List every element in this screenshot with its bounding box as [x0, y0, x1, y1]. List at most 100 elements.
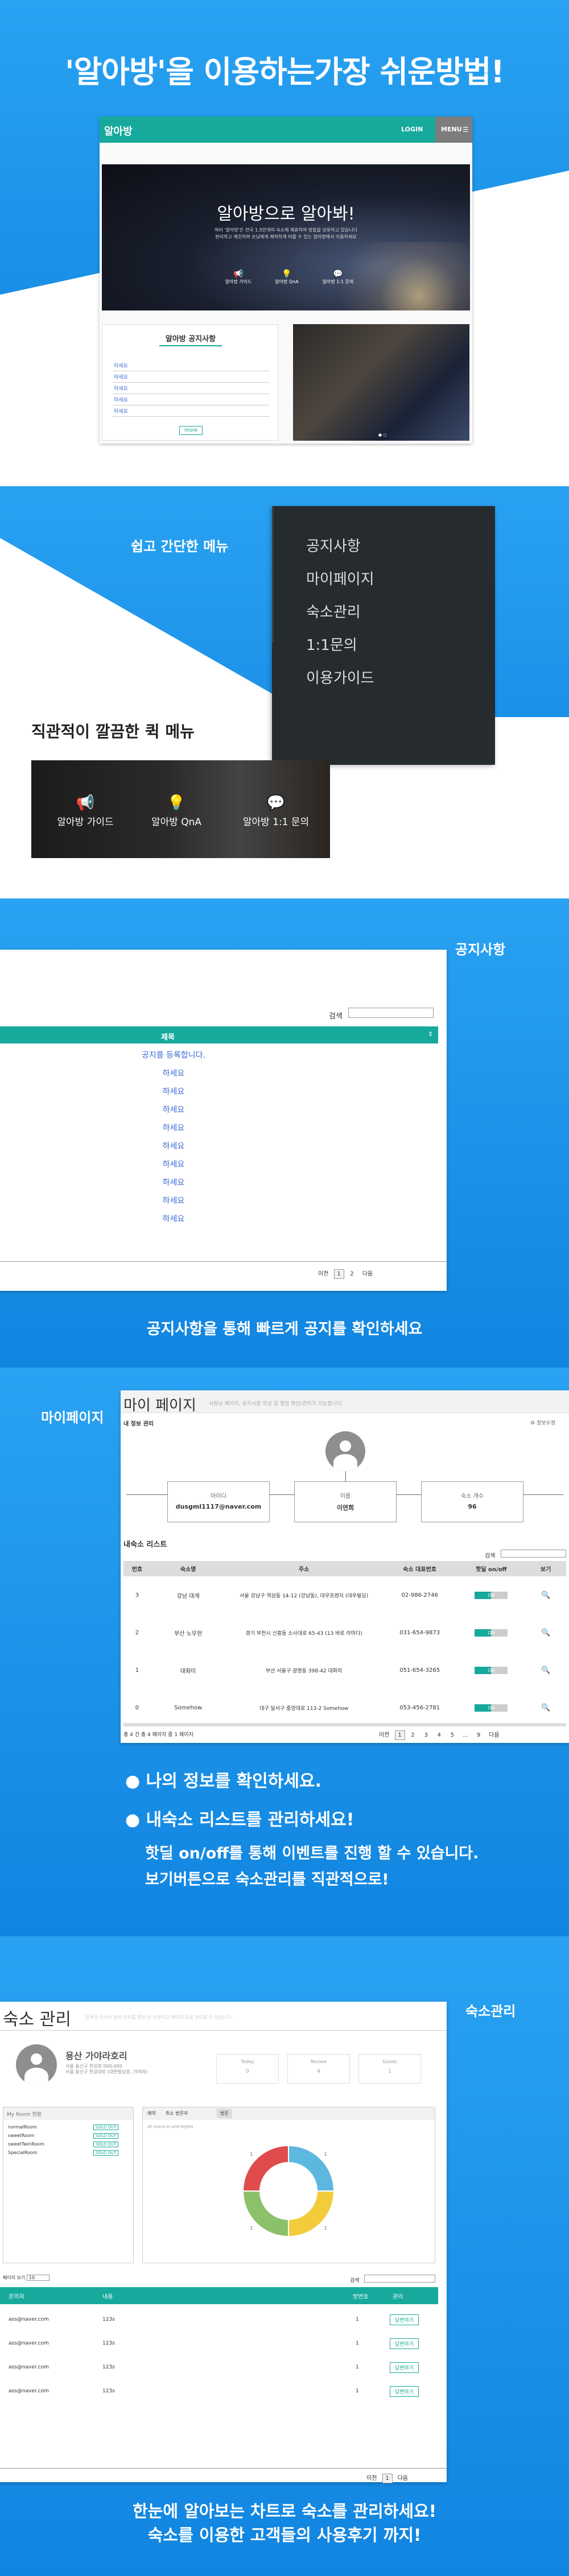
pager-page[interactable]: 9: [473, 1731, 484, 1740]
hero-title: 알아방으로 알아봐!: [217, 204, 355, 224]
notice-row[interactable]: 하세요: [0, 1065, 347, 1083]
reply-button[interactable]: 답변하기: [390, 2338, 419, 2349]
room-name: sweetTwinRoom: [8, 2142, 44, 2147]
pager-prev[interactable]: 이전: [364, 2472, 379, 2483]
sort-icon[interactable]: ⇕: [428, 1030, 433, 1038]
list-col-name[interactable]: 숙소명: [151, 1561, 226, 1576]
list-scrollbar[interactable]: [123, 1723, 566, 1726]
mock-more-button[interactable]: more: [179, 426, 203, 435]
pager-page[interactable]: 2: [347, 1270, 357, 1278]
manage-header-rule: [0, 2030, 447, 2031]
mock-notice-item[interactable]: 하세요: [113, 383, 269, 394]
quick-item-inquiry[interactable]: 💬 알아방 1:1 문의: [230, 794, 321, 828]
mock-navbar: 알아방 LOGIN MENU ☰: [100, 117, 472, 143]
pager-page[interactable]: 3: [421, 1731, 431, 1740]
list-col-addr[interactable]: 주소: [226, 1561, 382, 1576]
room-status[interactable]: SOLD OUT: [93, 2142, 119, 2147]
notice-row[interactable]: 하세요: [0, 1119, 347, 1137]
pager-page[interactable]: 5: [447, 1731, 457, 1740]
mock-login[interactable]: LOGIN: [401, 126, 423, 133]
mock-notice-item[interactable]: 하세요: [113, 394, 269, 405]
cell-view: 🔍: [525, 1689, 566, 1726]
menu-item-manage[interactable]: 숙소관리: [306, 600, 361, 622]
pager-next[interactable]: 다음: [395, 2472, 410, 2483]
cell-hot: ON: [457, 1689, 525, 1726]
quick-item-guide[interactable]: 📢 알아방 가이드: [48, 794, 122, 828]
quick-item-qna[interactable]: 💡 알아방 QnA: [139, 794, 213, 828]
list-search-input[interactable]: [501, 1550, 566, 1558]
search-icon[interactable]: 🔍: [541, 1629, 550, 1637]
hotdeal-toggle[interactable]: ON: [475, 1591, 508, 1599]
pager-prev[interactable]: 이전: [316, 1268, 331, 1278]
hotdeal-toggle[interactable]: ON: [475, 1666, 508, 1674]
rows-per-page-select[interactable]: 10: [26, 2275, 50, 2281]
reply-button[interactable]: 답변하기: [390, 2362, 419, 2373]
reply-button[interactable]: 답변하기: [390, 2314, 419, 2325]
notice-row[interactable]: 하세요: [0, 1083, 347, 1101]
pager-page[interactable]: 4: [434, 1731, 444, 1740]
pager-page[interactable]: 1: [382, 2474, 393, 2483]
hero-quick-2[interactable]: 💡 알아방 QnA: [264, 270, 310, 285]
quick-bar: 📢 알아방 가이드 💡 알아방 QnA 💬 알아방 1:1 문의: [31, 760, 330, 858]
list-col-hot[interactable]: 핫딜 on/off: [457, 1561, 525, 1576]
pager-page[interactable]: 1: [333, 1269, 344, 1279]
search-icon[interactable]: 🔍: [541, 1591, 550, 1600]
mock-notice-item[interactable]: 하세요: [113, 371, 269, 383]
hotdeal-toggle[interactable]: ON: [475, 1629, 508, 1637]
stat-value: 0: [246, 2069, 249, 2074]
notice-search-input[interactable]: [348, 1008, 434, 1018]
notice-row[interactable]: 하세요: [0, 1210, 347, 1228]
manage-subtitle: 등록한 숙소와 방의 정보를 확인 및 수정하고 예약자 등을 관리할 수 있습…: [85, 2015, 233, 2020]
chart-tab[interactable]: 취소 방문자: [166, 2110, 188, 2117]
menu-item-notice[interactable]: 공지사항: [306, 535, 361, 556]
chart-tab[interactable]: 방문: [217, 2109, 232, 2118]
notice-row[interactable]: 하세요: [0, 1174, 347, 1192]
menu-item-inquiry[interactable]: 1:1문의: [306, 633, 357, 655]
menu-item-mypage[interactable]: 마이페이지: [306, 568, 374, 589]
pager-page[interactable]: 1: [394, 1730, 405, 1740]
mock-notice-item[interactable]: 하세요: [113, 360, 269, 371]
notice-row[interactable]: 하세요: [0, 1156, 347, 1174]
chat-icon: 💬: [333, 270, 343, 279]
manage-col-user[interactable]: 문의자: [9, 2292, 24, 2300]
donut-slice-B[interactable]: [288, 2190, 335, 2238]
cell-room: 1: [356, 2341, 359, 2346]
notice-rows: 공지를 등록합니다. 하세요 하세요 하세요 하세요 하세요 하세요 하세요 하…: [0, 1046, 347, 1228]
list-col-tel[interactable]: 숙소 대표번호: [382, 1561, 457, 1576]
search-icon[interactable]: 🔍: [541, 1704, 550, 1712]
pager-prev[interactable]: 이전: [377, 1729, 391, 1740]
room-status[interactable]: SOLD OUT: [93, 2133, 119, 2139]
hero-quick-3[interactable]: 💬 알아방 1:1 문의: [312, 270, 364, 285]
notice-row[interactable]: 하세요: [0, 1137, 347, 1156]
cell-room: 1: [356, 2388, 359, 2394]
chart-tab[interactable]: 예약: [147, 2110, 156, 2117]
manage-col-msg[interactable]: 내용: [102, 2292, 113, 2300]
pager-next[interactable]: 다음: [486, 1729, 501, 1740]
manage-col-room[interactable]: 방번호: [353, 2292, 369, 2300]
room-status[interactable]: SOLD OUT: [93, 2150, 119, 2156]
list-col-view[interactable]: 보기: [525, 1561, 566, 1576]
pager-page[interactable]: 2: [408, 1731, 418, 1740]
mock-logo[interactable]: 알아방: [104, 123, 133, 138]
mock-menu[interactable]: MENU ☰: [435, 117, 472, 143]
mypage-edit[interactable]: ⚙ 정보수정: [530, 1419, 555, 1426]
reply-button[interactable]: 답변하기: [390, 2386, 419, 2397]
mock-notice-item[interactable]: 하세요: [113, 405, 269, 417]
room-status[interactable]: SOLD OUT: [93, 2124, 119, 2130]
intro-headline: '알아방'을 이용하는가장 쉬운방법!: [65, 54, 505, 90]
list-col-no[interactable]: 번호: [123, 1561, 151, 1576]
menu-item-guide[interactable]: 이용가이드: [306, 666, 374, 688]
mock-notice-rule: [159, 345, 222, 346]
room-name: normalRoom: [8, 2124, 37, 2130]
search-icon[interactable]: 🔍: [541, 1666, 550, 1675]
hotdeal-toggle[interactable]: ON: [475, 1704, 508, 1712]
notice-row[interactable]: 하세요: [0, 1101, 347, 1119]
hero-quick-1[interactable]: 📢 알아방 가이드: [216, 270, 261, 285]
notice-row-first[interactable]: 공지를 등록합니다.: [0, 1046, 347, 1065]
notice-row[interactable]: 하세요: [0, 1192, 347, 1210]
manage-search-input[interactable]: [364, 2275, 435, 2283]
manage-col-action[interactable]: 관리: [393, 2292, 403, 2300]
pager-next[interactable]: 다음: [360, 1268, 375, 1278]
megaphone-icon: 📢: [233, 270, 244, 279]
donut-slice-A[interactable]: [288, 2144, 335, 2192]
